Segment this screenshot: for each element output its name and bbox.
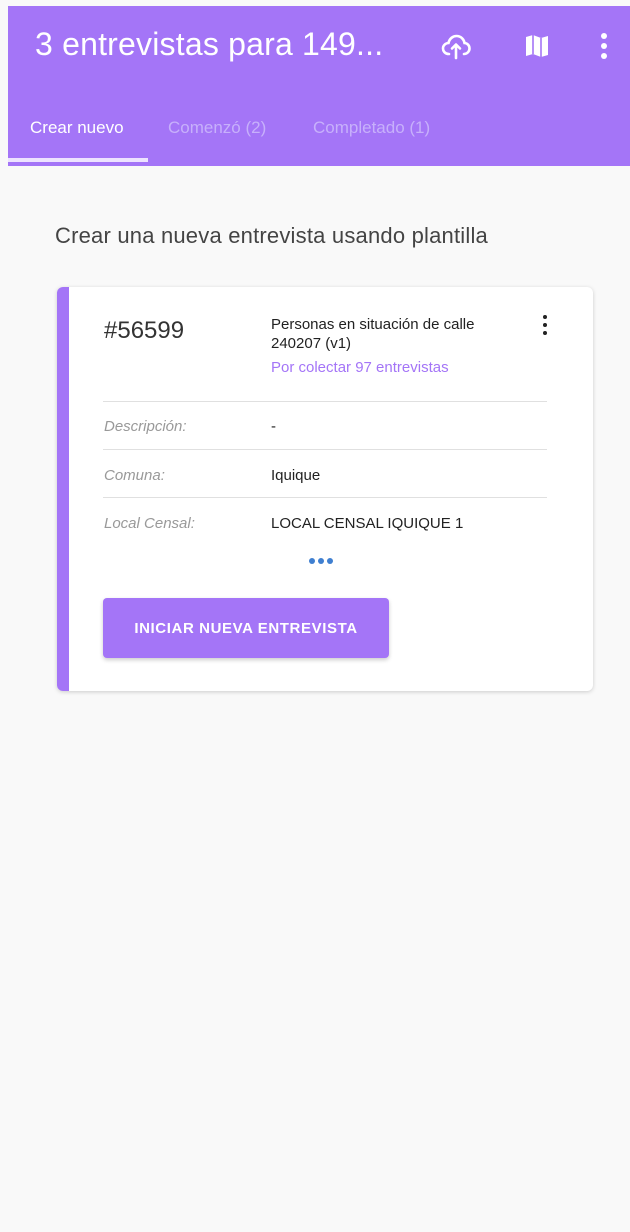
card-accent-bar: [57, 287, 69, 691]
start-interview-button[interactable]: INICIAR NUEVA ENTREVISTA: [103, 598, 389, 658]
card-more-icon[interactable]: [535, 315, 555, 343]
comuna-value: Iquique: [271, 467, 321, 484]
template-id: #56599: [104, 317, 185, 344]
template-name: Personas en situación de calle 240207 (v…: [271, 316, 475, 352]
tab-crear-nuevo[interactable]: Crear nuevo: [30, 118, 124, 138]
divider: [103, 401, 547, 402]
description-label: Descripción:: [104, 418, 187, 435]
divider: [103, 497, 547, 498]
tab-indicator: [8, 158, 148, 162]
show-more-icon[interactable]: [309, 558, 333, 564]
comuna-label: Comuna:: [104, 467, 165, 484]
tab-completado[interactable]: Completado (1): [313, 118, 430, 138]
cloud-sync-icon[interactable]: [436, 26, 476, 66]
map-icon[interactable]: [517, 26, 557, 66]
template-card: #56599 Personas en situación de calle 24…: [57, 287, 593, 691]
local-censal-label: Local Censal:: [104, 515, 195, 532]
tab-bar: Crear nuevo Comenzó (2) Completado (1): [8, 106, 630, 166]
interviews-to-collect: Por colectar 97 entrevistas: [271, 359, 449, 376]
local-censal-value: LOCAL CENSAL IQUIQUE 1: [271, 515, 464, 532]
description-value: -: [271, 418, 276, 435]
section-heading: Crear una nueva entrevista usando planti…: [55, 223, 488, 248]
app-bar: 3 entrevistas para 149... Crear nuevo Co…: [8, 6, 630, 166]
more-vert-icon[interactable]: [584, 26, 624, 66]
tab-comenzo[interactable]: Comenzó (2): [168, 118, 266, 138]
app-title: 3 entrevistas para 149...: [35, 26, 384, 62]
divider: [103, 449, 547, 450]
